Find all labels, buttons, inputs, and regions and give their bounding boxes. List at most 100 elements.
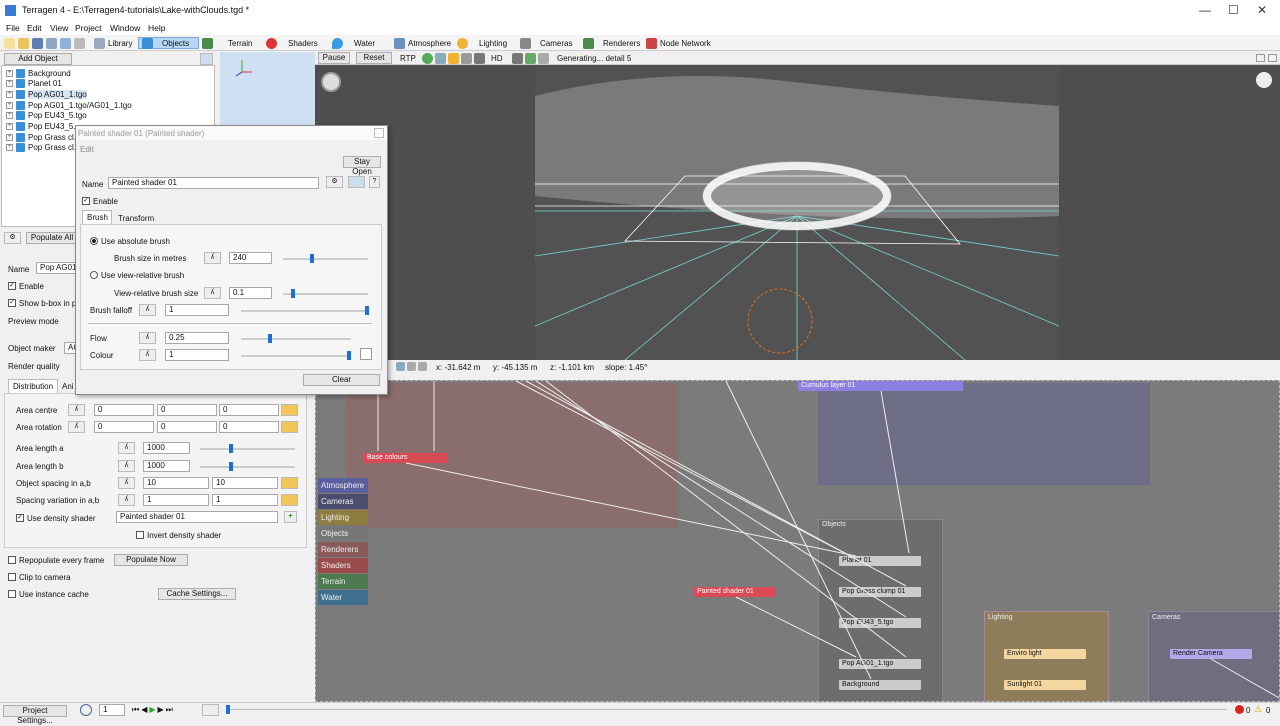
stay-open-button[interactable]: Stay Open xyxy=(343,156,381,176)
toolbar-renderers[interactable]: Renderers xyxy=(583,37,640,49)
camera-view-icon[interactable] xyxy=(461,53,472,64)
flow-field[interactable]: 0.25 xyxy=(165,332,229,344)
pin-tool-icon[interactable] xyxy=(538,53,549,64)
dialog-edit-menu[interactable]: Edit xyxy=(80,145,94,154)
colour-slider[interactable] xyxy=(241,355,351,357)
dialog-close-icon[interactable] xyxy=(374,128,384,138)
timeline-track[interactable] xyxy=(227,709,1227,710)
slider-thumb[interactable] xyxy=(291,289,296,298)
slider-thumb[interactable] xyxy=(347,351,351,360)
save-as-icon[interactable] xyxy=(46,37,57,49)
menu-view[interactable]: View xyxy=(50,23,68,33)
expand-icon[interactable]: + xyxy=(6,111,13,119)
brush-size-slider[interactable] xyxy=(283,258,368,260)
dialog-enable-checkbox[interactable]: ✓ xyxy=(82,197,90,205)
warning-icon[interactable]: ⚠ xyxy=(1254,704,1262,715)
add-shader-icon[interactable]: + xyxy=(284,511,297,523)
net-tab-shaders[interactable]: Shaders xyxy=(318,558,368,573)
show-bbox-checkbox[interactable]: ✓ xyxy=(8,299,16,307)
instance-cache-checkbox[interactable] xyxy=(8,590,16,598)
area-rotation-z[interactable]: 0 xyxy=(219,421,279,433)
density-shader-field[interactable]: Painted shader 01 xyxy=(116,511,278,523)
help-icon[interactable]: ? xyxy=(369,176,380,188)
expand-icon[interactable]: + xyxy=(6,79,13,87)
sun-view-icon[interactable] xyxy=(448,53,459,64)
timeline-thumb[interactable] xyxy=(226,705,230,714)
toolbar-objects[interactable]: Objects xyxy=(138,37,200,49)
brush-tool-icon[interactable] xyxy=(512,53,523,64)
navigation-compass-icon[interactable] xyxy=(321,72,341,92)
link-icon[interactable]: ʎ xyxy=(118,442,135,454)
prev-frame-icon[interactable]: ◀ xyxy=(141,705,147,715)
menu-file[interactable]: File xyxy=(6,23,20,33)
tree-item[interactable]: + Pop EU43_5.tgo xyxy=(6,110,87,120)
toolbar-terrain[interactable]: Terrain xyxy=(202,37,252,49)
tree-item[interactable]: + Pop EU43_5... xyxy=(6,121,80,131)
add-object-button[interactable]: Add Object xyxy=(4,53,72,65)
tree-item[interactable]: + Pop Grass cl... xyxy=(6,142,80,152)
expand-icon[interactable]: + xyxy=(6,101,13,109)
link-icon[interactable]: ʎ xyxy=(118,494,135,506)
sun-gizmo-icon[interactable] xyxy=(1256,72,1272,88)
reset-button[interactable]: Reset xyxy=(356,52,392,64)
toolbar-water[interactable]: Water xyxy=(332,37,375,49)
eye-icon[interactable] xyxy=(396,362,405,371)
node-network[interactable]: Cumulus layer 01 Base colours Painted sh… xyxy=(315,380,1280,702)
target-icon[interactable] xyxy=(418,362,427,371)
area-length-a-slider[interactable] xyxy=(200,448,295,450)
menu-help[interactable]: Help xyxy=(148,23,165,33)
tree-item[interactable]: + Pop AG01_1.tgo xyxy=(6,89,87,99)
tab-brush[interactable]: Brush xyxy=(82,210,112,224)
folder-icon[interactable] xyxy=(281,477,298,489)
clear-button[interactable]: Clear xyxy=(303,374,380,386)
gear-view-icon[interactable] xyxy=(474,53,485,64)
tree-item[interactable]: + Background xyxy=(6,68,71,78)
absolute-brush-radio[interactable] xyxy=(90,237,98,245)
net-tab-objects[interactable]: Objects xyxy=(318,526,368,541)
link-icon[interactable]: ʎ xyxy=(68,421,85,433)
toolbar-atmosphere[interactable]: Atmosphere xyxy=(394,37,451,49)
error-icon[interactable] xyxy=(1235,705,1244,714)
link-icon[interactable]: ʎ xyxy=(68,404,85,416)
link-icon[interactable]: ʎ xyxy=(139,304,156,316)
settings-gear-icon[interactable]: ⚙ xyxy=(4,232,21,244)
folder-icon[interactable] xyxy=(281,404,298,416)
expand-icon[interactable]: + xyxy=(6,133,13,141)
enable-checkbox[interactable]: ✓ xyxy=(8,282,16,290)
timeline-options-icon[interactable] xyxy=(202,704,219,716)
falloff-field[interactable]: 1 xyxy=(165,304,229,316)
net-tab-atmosphere[interactable]: Atmosphere xyxy=(318,478,368,493)
slider-thumb[interactable] xyxy=(229,444,233,453)
shader-name-field[interactable]: Painted shader 01 xyxy=(108,177,319,189)
spacing-a-field[interactable]: 10 xyxy=(143,477,209,489)
copy-icon[interactable] xyxy=(60,37,71,49)
repopulate-checkbox[interactable] xyxy=(8,556,16,564)
minimize-icon[interactable]: — xyxy=(1199,3,1211,17)
view-icon[interactable] xyxy=(348,176,365,188)
falloff-slider[interactable] xyxy=(241,310,369,312)
area-length-a-field[interactable]: 1000 xyxy=(143,442,190,454)
folder-icon[interactable] xyxy=(281,421,298,433)
clip-camera-checkbox[interactable] xyxy=(8,573,16,581)
new-file-icon[interactable] xyxy=(4,37,15,49)
tree-item[interactable]: + Planet 01 xyxy=(6,78,62,88)
net-tab-terrain[interactable]: Terrain xyxy=(318,574,368,589)
clock-icon[interactable] xyxy=(80,704,92,716)
tree-item[interactable]: + Pop Grass cl... xyxy=(6,132,80,142)
tree-item[interactable]: + Pop AG01_1.tgo/AG01_1.tgo xyxy=(6,100,132,110)
net-tab-lighting[interactable]: Lighting xyxy=(318,510,368,525)
open-folder-icon[interactable] xyxy=(18,37,29,49)
rtp-button[interactable]: RTP xyxy=(400,54,416,63)
view-relative-size-field[interactable]: 0.1 xyxy=(229,287,272,299)
toolbar-shaders[interactable]: Shaders xyxy=(266,37,318,49)
area-rotation-x[interactable]: 0 xyxy=(94,421,154,433)
invert-density-checkbox[interactable] xyxy=(136,531,144,539)
pause-button[interactable]: Pause xyxy=(318,52,350,64)
populate-now-button[interactable]: Populate Now xyxy=(114,554,188,566)
flow-slider[interactable] xyxy=(241,338,351,340)
view-relative-slider[interactable] xyxy=(283,293,368,295)
toolbar-cameras[interactable]: Cameras xyxy=(520,37,572,49)
play-icon[interactable]: ▶ xyxy=(149,705,155,715)
next-frame-icon[interactable]: ▶ xyxy=(158,705,164,715)
expand-icon[interactable]: + xyxy=(6,143,13,151)
